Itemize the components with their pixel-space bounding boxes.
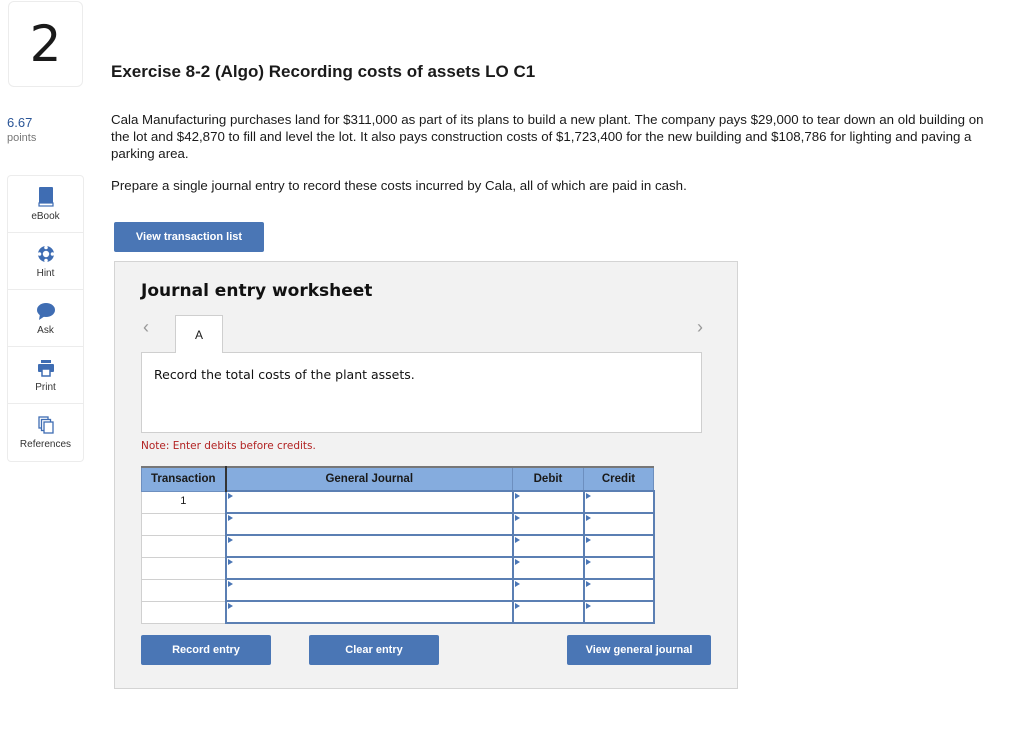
tool-label: eBook [31, 210, 60, 222]
col-general-journal: General Journal [225, 466, 513, 492]
tool-ask[interactable]: Ask [8, 290, 83, 347]
entry-instruction-panel: Record the total costs of the plant asse… [141, 352, 702, 433]
account-input[interactable] [224, 600, 514, 624]
tool-label: Hint [36, 267, 55, 279]
account-input[interactable] [224, 534, 514, 558]
credit-input[interactable] [582, 578, 655, 602]
table-row [141, 512, 655, 536]
account-input[interactable] [224, 490, 514, 514]
debit-input[interactable] [511, 578, 585, 602]
table-row [141, 600, 655, 624]
debit-input[interactable] [511, 600, 585, 624]
documents-icon [36, 415, 56, 435]
credit-input[interactable] [582, 534, 655, 558]
journal-table: Transaction General Journal Debit Credit… [141, 466, 655, 624]
tool-label: References [19, 439, 72, 450]
clear-entry-button[interactable]: Clear entry [309, 635, 439, 665]
credit-input[interactable] [582, 556, 655, 580]
question-number: 2 [8, 1, 83, 87]
lifebuoy-icon [36, 244, 56, 264]
account-input[interactable] [224, 556, 514, 580]
tool-references[interactable]: References [8, 404, 83, 461]
journal-entry-worksheet: Journal entry worksheet ‹ A › Record the… [114, 261, 738, 689]
chevron-right-icon[interactable]: › [697, 317, 703, 338]
chevron-left-icon[interactable]: ‹ [143, 317, 149, 338]
tools-panel: eBook Hint Ask Print References [7, 175, 84, 462]
printer-icon [36, 358, 56, 378]
tool-hint[interactable]: Hint [8, 233, 83, 290]
credit-input[interactable] [582, 512, 655, 536]
transaction-cell [141, 534, 226, 558]
exercise-title: Exercise 8-2 (Algo) Recording costs of a… [111, 62, 536, 81]
worksheet-title: Journal entry worksheet [141, 281, 373, 301]
entry-instruction-text: Record the total costs of the plant asse… [154, 367, 415, 382]
debit-input[interactable] [511, 512, 585, 536]
transaction-cell [141, 600, 226, 624]
transaction-cell [141, 512, 226, 536]
transaction-cell [141, 578, 226, 602]
col-credit: Credit [583, 466, 654, 492]
transaction-cell: 1 [141, 490, 226, 514]
record-entry-button[interactable]: Record entry [141, 635, 271, 665]
tool-label: Print [35, 381, 56, 393]
transaction-cell [141, 556, 226, 580]
view-transaction-list-button[interactable]: View transaction list [114, 222, 264, 252]
points-value: 6.67 [7, 115, 33, 130]
table-row [141, 556, 655, 580]
account-input[interactable] [224, 578, 514, 602]
view-general-journal-button[interactable]: View general journal [567, 635, 711, 665]
table-row: 1 [141, 490, 655, 514]
table-row [141, 578, 655, 602]
debit-credit-note: Note: Enter debits before credits. [141, 440, 316, 452]
table-header-row: Transaction General Journal Debit Credit [141, 466, 654, 492]
tool-print[interactable]: Print [8, 347, 83, 404]
points-label: points [7, 132, 37, 144]
speech-bubble-icon [36, 301, 56, 321]
account-input[interactable] [224, 512, 514, 536]
points-display: 6.67 points [7, 115, 36, 144]
debit-input[interactable] [511, 490, 585, 514]
col-transaction: Transaction [141, 466, 227, 492]
tool-label: Ask [37, 324, 54, 336]
book-icon [36, 186, 56, 207]
debit-input[interactable] [511, 556, 585, 580]
debit-input[interactable] [511, 534, 585, 558]
credit-input[interactable] [582, 600, 655, 624]
tab-a[interactable]: A [175, 315, 223, 353]
exercise-description: Cala Manufacturing purchases land for $3… [111, 112, 984, 161]
table-row [141, 534, 655, 558]
tool-ebook[interactable]: eBook [8, 176, 83, 233]
col-debit: Debit [512, 466, 584, 492]
credit-input[interactable] [582, 490, 655, 514]
exercise-instruction: Prepare a single journal entry to record… [111, 178, 687, 193]
